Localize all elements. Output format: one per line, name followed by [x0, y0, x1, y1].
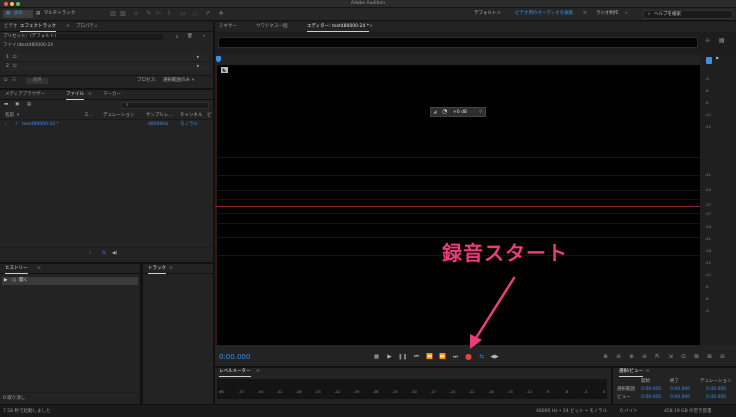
annotation-arrow	[470, 276, 516, 349]
